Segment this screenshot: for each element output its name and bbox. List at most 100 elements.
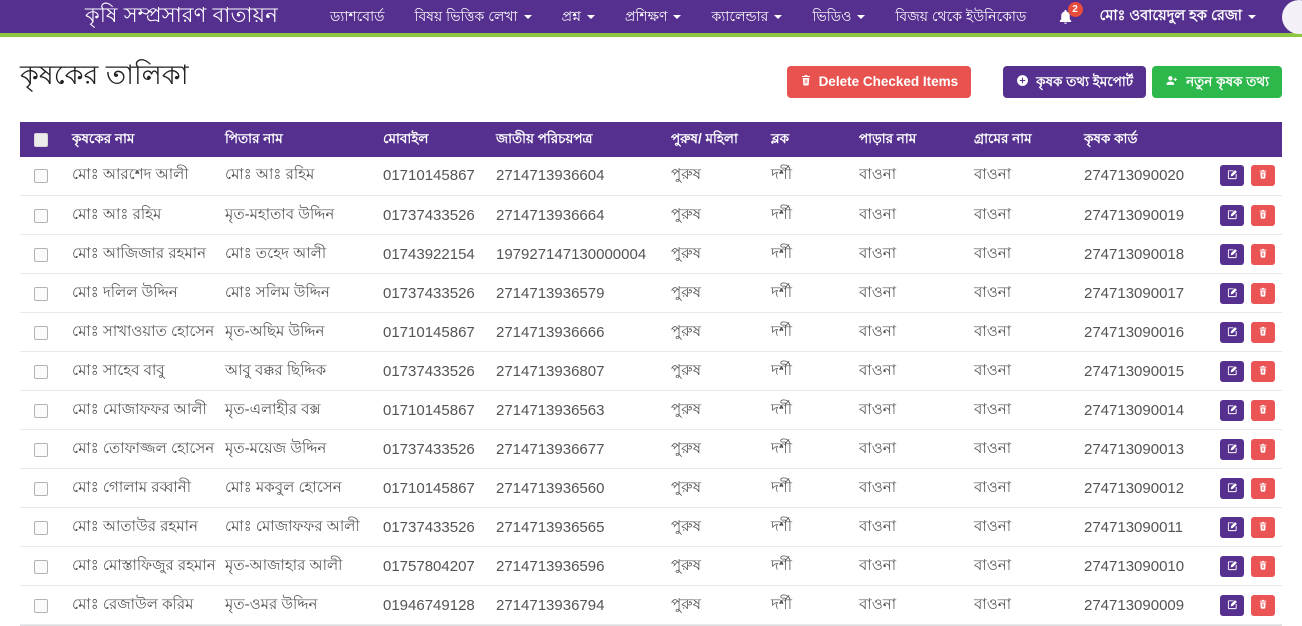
notifications-button[interactable]: 2 — [1057, 8, 1074, 26]
delete-row-button[interactable] — [1251, 595, 1275, 616]
farmer-name-cell: মোঃ গোলাম রব্বানী — [64, 469, 217, 508]
delete-row-button[interactable] — [1251, 283, 1275, 304]
delete-row-button[interactable] — [1251, 478, 1275, 499]
nav-item[interactable]: বিষয় ভিত্তিক লেখা — [414, 5, 531, 29]
father-name-cell: মোঃ মোজাফফর আলী — [217, 508, 375, 547]
edit-pencil-icon — [1227, 247, 1238, 262]
row-checkbox[interactable] — [34, 365, 48, 379]
column-header-name: কৃষকের নাম — [64, 122, 217, 157]
delete-row-button[interactable] — [1251, 400, 1275, 421]
farmer-card-cell: 274713090018 — [1076, 235, 1216, 274]
mobile-cell: 01946749128 — [375, 586, 488, 625]
nid-cell: 2714713936677 — [488, 430, 663, 469]
trash-icon — [1258, 168, 1268, 183]
delete-row-button[interactable] — [1251, 439, 1275, 460]
para-name-cell: বাওনা — [851, 547, 966, 586]
trash-icon — [1258, 559, 1268, 574]
row-checkbox[interactable] — [34, 209, 48, 223]
edit-row-button[interactable] — [1220, 517, 1244, 538]
nav-menu: ড্যাশবোর্ড বিষয় ভিত্তিক লেখা প্রশ্ন প্রশিক… — [330, 5, 1026, 29]
nav-item[interactable]: প্রশ্ন — [562, 5, 595, 29]
edit-row-button[interactable] — [1220, 322, 1244, 343]
row-checkbox[interactable] — [34, 599, 48, 613]
edit-pencil-icon — [1227, 325, 1238, 340]
row-checkbox[interactable] — [34, 482, 48, 496]
page-title: কৃষকের তালিকা — [20, 57, 189, 93]
row-checkbox[interactable] — [34, 326, 48, 340]
delete-row-button[interactable] — [1251, 205, 1275, 226]
gender-cell: পুরুষ — [663, 352, 763, 391]
table-row: মোঃ আঃ রহিম মৃত-মহাতাব উদ্দিন 0173743352… — [20, 196, 1282, 235]
nid-cell: 2714713936666 — [488, 313, 663, 352]
father-name-cell: মোঃ তহেদ আলী — [217, 235, 375, 274]
delete-row-button[interactable] — [1251, 165, 1275, 186]
row-checkbox[interactable] — [34, 169, 48, 183]
village-name-cell: বাওনা — [966, 547, 1076, 586]
delete-checked-button[interactable]: Delete Checked Items — [787, 66, 972, 98]
father-name-cell: মৃত-মহাতাব উদ্দিন — [217, 196, 375, 235]
row-checkbox[interactable] — [34, 560, 48, 574]
edit-row-button[interactable] — [1220, 205, 1244, 226]
caret-down-icon — [524, 15, 532, 19]
nav-item[interactable]: বিজয় থেকে ইউনিকোড — [895, 5, 1026, 29]
edit-row-button[interactable] — [1220, 439, 1244, 460]
para-name-cell: বাওনা — [851, 352, 966, 391]
user-menu[interactable]: মোঃ ওবায়েদুল হক রেজা — [1100, 5, 1257, 29]
edit-row-button[interactable] — [1220, 478, 1244, 499]
page: কৃষি সম্প্রসারণ বাতায়ন ড্যাশবোর্ড বিষয় … — [0, 0, 1302, 626]
edit-row-button[interactable] — [1220, 400, 1244, 421]
edit-row-button[interactable] — [1220, 283, 1244, 304]
farmer-table-body: মোঃ আরশেদ আলী মোঃ আঃ রহিম 01710145867 27… — [20, 157, 1282, 625]
delete-row-button[interactable] — [1251, 556, 1275, 577]
column-header-actions — [1216, 122, 1282, 157]
table-row: মোঃ আতাউর রহমান মোঃ মোজাফফর আলী 01737433… — [20, 508, 1282, 547]
edit-row-button[interactable] — [1220, 595, 1244, 616]
delete-row-button[interactable] — [1251, 517, 1275, 538]
farmer-card-cell: 274713090009 — [1076, 586, 1216, 625]
select-all-checkbox[interactable] — [34, 133, 48, 147]
row-checkbox[interactable] — [34, 287, 48, 301]
father-name-cell: মৃত-ময়েজ উদ্দিন — [217, 430, 375, 469]
row-checkbox[interactable] — [34, 404, 48, 418]
edit-row-button[interactable] — [1220, 244, 1244, 265]
trash-icon — [1258, 364, 1268, 379]
nid-cell: 2714713936664 — [488, 196, 663, 235]
row-checkbox[interactable] — [34, 521, 48, 535]
mobile-cell: 01710145867 — [375, 469, 488, 508]
edit-pencil-icon — [1227, 598, 1238, 613]
table-row: মোঃ তোফাজ্জল হোসেন মৃত-ময়েজ উদ্দিন 0173… — [20, 430, 1282, 469]
father-name-cell: মোঃ আঃ রহিম — [217, 157, 375, 196]
father-name-cell: মৃত-এলাহীর বক্স — [217, 391, 375, 430]
user-name: মোঃ ওবায়েদুল হক রেজা — [1100, 5, 1243, 29]
farmer-name-cell: মোঃ আরশেদ আলী — [64, 157, 217, 196]
top-navbar: কৃষি সম্প্রসারণ বাতায়ন ড্যাশবোর্ড বিষয় … — [0, 0, 1302, 37]
row-checkbox[interactable] — [34, 443, 48, 457]
father-name-cell: মৃত-আজাহার আলী — [217, 547, 375, 586]
delete-row-button[interactable] — [1251, 361, 1275, 382]
block-cell: দর্শী — [763, 157, 851, 196]
new-farmer-button[interactable]: নতুন কৃষক তথ্য — [1152, 66, 1282, 98]
edit-row-button[interactable] — [1220, 556, 1244, 577]
village-name-cell: বাওনা — [966, 430, 1076, 469]
mobile-cell: 01737433526 — [375, 352, 488, 391]
nav-item[interactable]: ভিডিও — [812, 5, 865, 29]
delete-row-button[interactable] — [1251, 322, 1275, 343]
nav-item[interactable]: ড্যাশবোর্ড — [330, 5, 385, 29]
column-header-card: কৃষক কার্ড — [1076, 122, 1216, 157]
table-row: মোঃ মোস্তাফিজুর রহমান মৃত-আজাহার আলী 017… — [20, 547, 1282, 586]
brand-logo[interactable]: কৃষি সম্প্রসারণ বাতায়ন — [85, 0, 278, 34]
table-row: মোঃ দলিল উদ্দিন মোঃ সলিম উদ্দিন 01737433… — [20, 274, 1282, 313]
village-name-cell: বাওনা — [966, 586, 1076, 625]
para-name-cell: বাওনা — [851, 586, 966, 625]
nav-item[interactable]: ক্যালেন্ডার — [711, 5, 782, 29]
edit-row-button[interactable] — [1220, 165, 1244, 186]
row-checkbox[interactable] — [34, 248, 48, 262]
column-header-nid: জাতীয় পরিচয়পত্র — [488, 122, 663, 157]
delete-row-button[interactable] — [1251, 244, 1275, 265]
trash-icon — [1258, 442, 1268, 457]
nav-item[interactable]: প্রশিক্ষণ — [625, 5, 682, 29]
avatar[interactable] — [1282, 0, 1302, 34]
farmer-card-cell: 274713090020 — [1076, 157, 1216, 196]
import-farmer-button[interactable]: কৃষক তথ্য ইমপোর্ট — [1003, 66, 1146, 98]
edit-row-button[interactable] — [1220, 361, 1244, 382]
